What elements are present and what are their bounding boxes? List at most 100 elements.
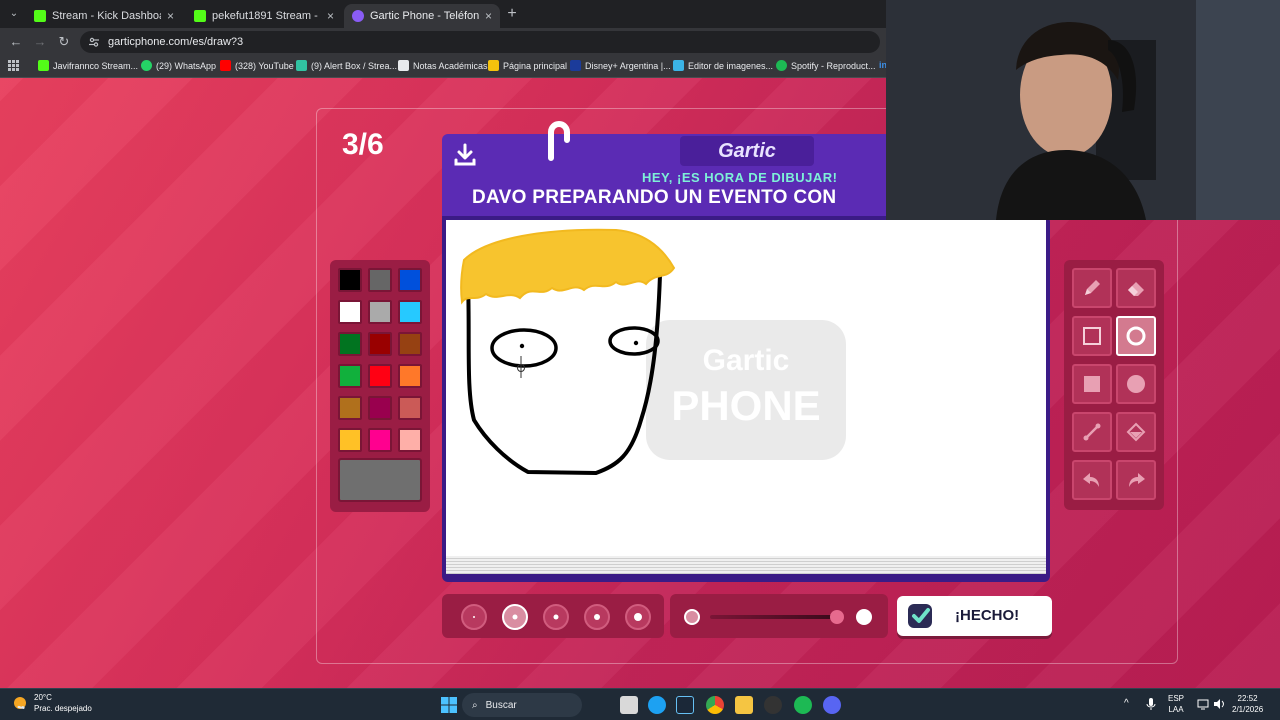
opacity-slider[interactable]: [670, 594, 888, 638]
ellipse-fill-tool[interactable]: [1116, 364, 1156, 404]
color-swatch[interactable]: [398, 332, 422, 356]
tab-title: pekefut1891 Stream - Watch Li: [212, 10, 321, 22]
tab-pekefut-stream[interactable]: pekefut1891 Stream - Watch Li ×: [186, 4, 342, 28]
taskbar-search[interactable]: ⌕ Buscar: [462, 693, 582, 717]
network-icon[interactable]: [1197, 698, 1209, 713]
color-swatch[interactable]: [368, 396, 392, 420]
bookmark-item[interactable]: Editor de imagenes...: [673, 60, 773, 71]
color-swatch[interactable]: [398, 364, 422, 388]
steam-icon[interactable]: [676, 696, 694, 714]
weather-temp: 20°C: [34, 693, 52, 702]
tab-gartic-phone[interactable]: Gartic Phone - Teléfono Desco ×: [344, 4, 500, 28]
bookmark-item[interactable]: Notas Académicas: [398, 60, 488, 71]
tool-panel: [1064, 260, 1164, 510]
image-editor-icon: [673, 60, 684, 71]
color-swatch[interactable]: [368, 428, 392, 452]
site-settings-icon[interactable]: [88, 36, 100, 48]
bookmark-item[interactable]: (9) Alert Box / Strea...: [296, 60, 397, 71]
brush-size-5[interactable]: [625, 604, 651, 630]
task-view-icon[interactable]: [620, 696, 638, 714]
color-swatch[interactable]: [338, 332, 362, 356]
fill-bucket-icon: [1126, 422, 1146, 442]
ellipse-outline-tool[interactable]: [1116, 316, 1156, 356]
bookmark-item[interactable]: (328) YouTube: [220, 60, 294, 71]
chrome-icon[interactable]: [706, 696, 724, 714]
pencil-tool[interactable]: [1072, 268, 1112, 308]
color-swatch[interactable]: [398, 428, 422, 452]
brush-size-4[interactable]: [584, 604, 610, 630]
undo-button[interactable]: [1072, 460, 1112, 500]
kick-icon: [34, 10, 46, 22]
line-tool[interactable]: [1072, 412, 1112, 452]
done-label: ¡HECHO!: [955, 607, 1020, 624]
fill-bucket-tool[interactable]: [1116, 412, 1156, 452]
url-bar[interactable]: garticphone.com/es/draw?3: [80, 31, 880, 53]
file-explorer-icon[interactable]: [735, 696, 753, 714]
color-swatch[interactable]: [338, 364, 362, 388]
square-filled-icon: [1084, 376, 1100, 392]
bookmark-item[interactable]: Spotify - Reproduct...: [776, 60, 876, 71]
bookmark-item[interactable]: (29) WhatsApp: [141, 60, 216, 71]
color-swatch[interactable]: [368, 268, 392, 292]
tab-title: Gartic Phone - Teléfono Desco: [370, 10, 479, 22]
volume-icon[interactable]: [1213, 698, 1225, 713]
weather-desc: Prac. despejado: [34, 704, 92, 713]
spotify-icon[interactable]: [794, 696, 812, 714]
close-icon[interactable]: ×: [327, 9, 334, 23]
gartic-phone-watermark: Gartic PHONE: [646, 320, 846, 460]
tab-kick-dashboard[interactable]: Stream - Kick Dashboard ×: [26, 4, 182, 28]
download-icon[interactable]: [452, 142, 478, 168]
close-icon[interactable]: ×: [167, 9, 174, 23]
brush-size-1[interactable]: [461, 604, 487, 630]
eraser-tool[interactable]: [1116, 268, 1156, 308]
color-swatch[interactable]: [398, 300, 422, 324]
edge-icon[interactable]: [648, 696, 666, 714]
clock[interactable]: 22:52 2/1/2026: [1232, 693, 1263, 715]
new-tab-button[interactable]: +: [505, 5, 519, 23]
color-swatch[interactable]: [368, 364, 392, 388]
color-swatch[interactable]: [338, 396, 362, 420]
gartic-icon: [352, 10, 364, 22]
tray-expand-icon[interactable]: ^: [1124, 698, 1129, 709]
done-button[interactable]: ¡HECHO!: [897, 596, 1052, 636]
microphone-icon[interactable]: [1145, 697, 1157, 711]
tab-list-button[interactable]: ⌄: [6, 6, 22, 22]
svg-text:Gartic: Gartic: [703, 344, 790, 377]
search-icon: ⌕: [472, 699, 478, 711]
back-icon[interactable]: ←: [8, 34, 24, 50]
color-swatch[interactable]: [398, 268, 422, 292]
drawing-canvas[interactable]: Gartic PHONE: [446, 220, 1046, 556]
windows-start-icon[interactable]: [440, 696, 458, 714]
rectangle-fill-tool[interactable]: [1072, 364, 1112, 404]
drawing-prompt: DAVO PREPARANDO UN EVENTO CON: [472, 187, 837, 208]
color-swatch[interactable]: [338, 300, 362, 324]
reload-icon[interactable]: ↻: [56, 34, 72, 50]
discord-icon[interactable]: [823, 696, 841, 714]
slider-track[interactable]: [710, 615, 836, 619]
color-swatch[interactable]: [338, 428, 362, 452]
color-swatch[interactable]: [338, 268, 362, 292]
forward-icon[interactable]: →: [32, 34, 48, 50]
language-indicator[interactable]: ESP LAA: [1168, 693, 1184, 715]
close-icon[interactable]: ×: [485, 9, 492, 23]
selected-color-preview[interactable]: [338, 458, 422, 502]
redo-button[interactable]: [1116, 460, 1156, 500]
whatsapp-icon: [141, 60, 152, 71]
circle-outline-icon: [1126, 326, 1146, 346]
youtube-icon: [220, 60, 231, 71]
brush-size-3[interactable]: [543, 604, 569, 630]
bookmark-item[interactable]: Página principal: [488, 60, 567, 71]
color-swatch[interactable]: [368, 332, 392, 356]
bookmark-item[interactable]: Javifrannco Stream...: [38, 60, 138, 71]
weather-widget[interactable]: 20°C Prac. despejado: [12, 692, 92, 714]
rectangle-outline-tool[interactable]: [1072, 316, 1112, 356]
gartic-logo: Gartic: [680, 136, 814, 166]
color-swatch[interactable]: [398, 396, 422, 420]
obs-icon[interactable]: [764, 696, 782, 714]
apps-icon[interactable]: [8, 60, 19, 71]
draw-subtitle: HEY, ¡ES HORA DE DIBUJAR!: [642, 170, 838, 185]
brush-size-2[interactable]: [502, 604, 528, 630]
bookmark-item[interactable]: Disney+ Argentina |...: [570, 60, 671, 71]
slider-handle[interactable]: [830, 610, 844, 624]
color-swatch[interactable]: [368, 300, 392, 324]
